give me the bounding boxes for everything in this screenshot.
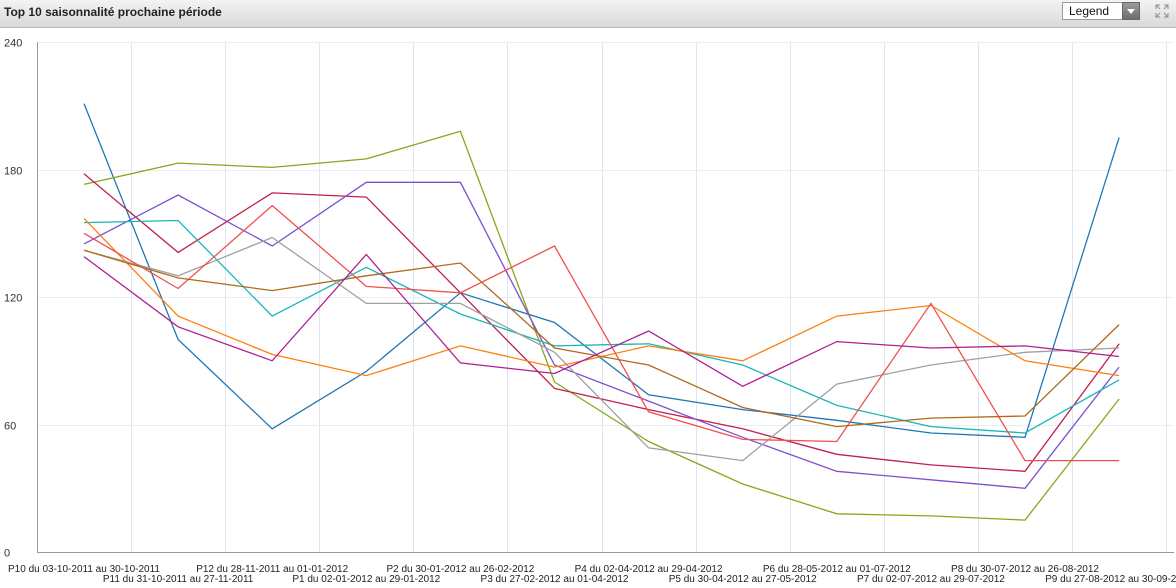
series-line-10 xyxy=(83,253,1120,388)
x-axis-labels: P10 du 03-10-2011 au 30-10-2011P11 du 31… xyxy=(8,564,1176,585)
series-line-2 xyxy=(83,130,1120,521)
y-tick-label: 240 xyxy=(4,38,22,50)
chart-title: Top 10 saisonnalité prochaine période xyxy=(4,5,222,19)
series-line-4 xyxy=(83,181,1120,489)
legend-dropdown[interactable]: Legend xyxy=(1062,2,1140,20)
series-line-3 xyxy=(83,173,1120,472)
x-tick-label: P3 du 27-02-2012 au 01-04-2012 xyxy=(481,574,629,585)
chart-header: Top 10 saisonnalité prochaine période Le… xyxy=(0,0,1176,28)
y-tick-label: 60 xyxy=(4,421,16,433)
y-tick-label: 180 xyxy=(4,166,22,178)
line-chart: 0 60 120 180 240 P10 du 03-10-2011 au 30-10-… xyxy=(4,38,1176,586)
chart-axes: 0 60 120 180 240 xyxy=(4,38,1174,560)
x-tick-label: P11 du 31-10-2011 au 27-11-2011 xyxy=(103,574,254,585)
series-line-8 xyxy=(83,204,1120,462)
x-tick-label: P9 du 27-08-2012 au 30-09-2012 xyxy=(1045,574,1176,585)
chevron-down-icon xyxy=(1127,9,1135,14)
y-tick-label: 0 xyxy=(4,548,10,560)
legend-dropdown-label: Legend xyxy=(1069,4,1110,18)
y-tick-label: 120 xyxy=(4,293,22,305)
series-line-5 xyxy=(83,219,1120,434)
chart-series xyxy=(83,103,1120,521)
x-tick-label: P5 du 30-04-2012 au 27-05-2012 xyxy=(669,574,817,585)
chart-grid xyxy=(37,42,1174,552)
series-line-1 xyxy=(83,103,1120,438)
x-tick-label: P1 du 02-01-2012 au 29-01-2012 xyxy=(292,574,440,585)
expand-icon[interactable] xyxy=(1155,4,1169,18)
x-tick-label: P7 du 02-07-2012 au 29-07-2012 xyxy=(857,574,1005,585)
dropdown-button[interactable] xyxy=(1122,2,1140,20)
